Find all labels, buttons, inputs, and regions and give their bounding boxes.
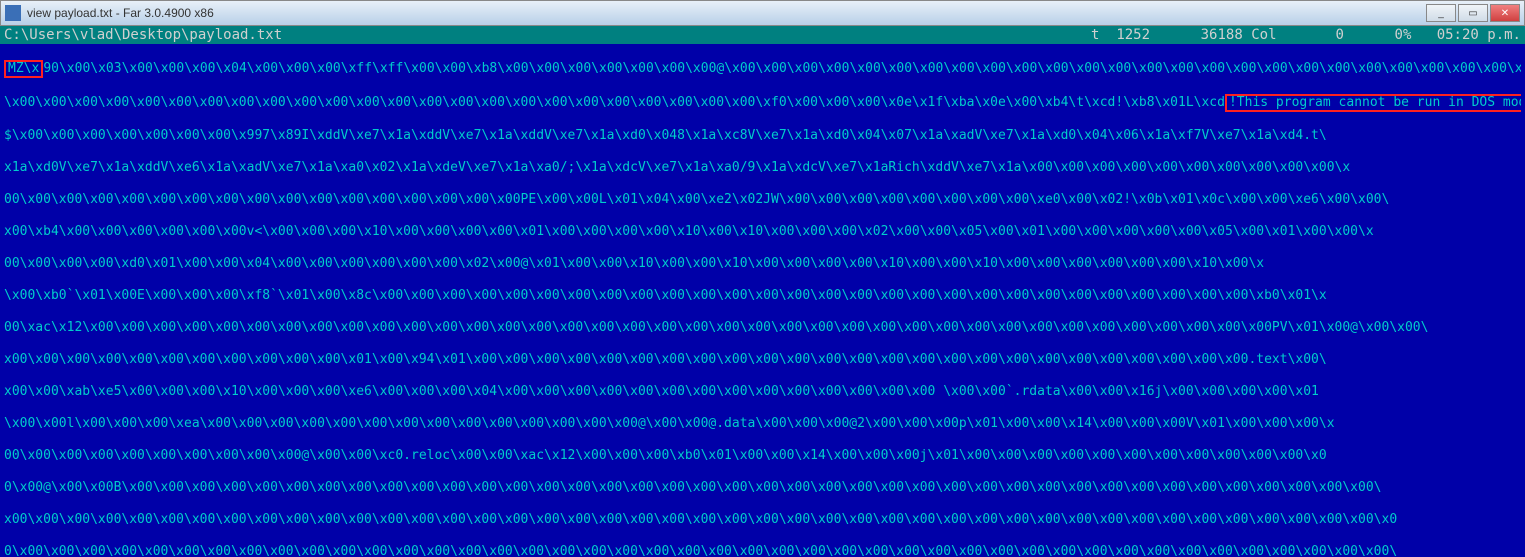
percent: 0%: [1395, 27, 1412, 43]
content-line: x00\xb4\x00\x00\x00\x00\x00\x00v<\x00\x0…: [4, 224, 1521, 240]
minimize-button[interactable]: _: [1426, 4, 1456, 22]
content-line: \x00\xb0`\x01\x00E\x00\x00\x00\xf8`\x01\…: [4, 288, 1521, 304]
window-title: view payload.txt - Far 3.0.4900 x86: [27, 6, 1426, 20]
encoding-value: 1252: [1116, 27, 1150, 43]
content-line: 00\x00\x00\x00\x00\x00\x00\x00\x00\x00@\…: [4, 448, 1521, 464]
content-line: 0\x00\x00\x00\x00\x00\x00\x00\x00\x00\x0…: [4, 544, 1521, 557]
col-value: 0: [1336, 27, 1344, 43]
file-content[interactable]: MZ\x90\x00\x03\x00\x00\x00\x04\x00\x00\x…: [0, 44, 1525, 557]
content-line: \x00\x00l\x00\x00\x00\xea\x00\x00\x00\x0…: [4, 416, 1521, 432]
col-label: Col: [1251, 27, 1276, 43]
highlight-mz: MZ\x: [4, 60, 43, 78]
content-line: $\x00\x00\x00\x00\x00\x00\x00\x997\x89I\…: [4, 128, 1521, 144]
content-line: \x00\x00\x00\x00\x00\x00\x00\x00\x00\x00…: [4, 94, 1521, 112]
close-button[interactable]: ✕: [1490, 4, 1520, 22]
status-bar: C:\Users\vlad\Desktop\payload.txt t 1252…: [0, 26, 1525, 44]
content-line: x00\x00\x00\x00\x00\x00\x00\x00\x00\x00\…: [4, 512, 1521, 528]
encoding-label: t: [1091, 27, 1099, 43]
content-line: 00\x00\x00\x00\x00\x00\x00\x00\x00\x00\x…: [4, 192, 1521, 208]
content-line: MZ\x90\x00\x03\x00\x00\x00\x04\x00\x00\x…: [4, 60, 1521, 78]
window-buttons: _ ▭ ✕: [1426, 4, 1520, 22]
file-path: C:\Users\vlad\Desktop\payload.txt: [4, 27, 1091, 43]
content-line: 0\x00@\x00\x00B\x00\x00\x00\x00\x00\x00\…: [4, 480, 1521, 496]
content-line: 00\x00\x00\x00\xd0\x01\x00\x00\x04\x00\x…: [4, 256, 1521, 272]
content-line: x00\x00\xab\xe5\x00\x00\x00\x10\x00\x00\…: [4, 384, 1521, 400]
time: 05:20 p.m.: [1437, 27, 1521, 43]
maximize-button[interactable]: ▭: [1458, 4, 1488, 22]
window-titlebar: view payload.txt - Far 3.0.4900 x86 _ ▭ …: [0, 0, 1525, 26]
app-icon: [5, 5, 21, 21]
highlight-dos: !This program cannot be run in DOS mode.: [1225, 94, 1521, 112]
content-line: x00\x00\x00\x00\x00\x00\x00\x00\x00\x00\…: [4, 352, 1521, 368]
file-size: 36188: [1201, 27, 1243, 43]
content-line: x1a\xd0V\xe7\x1a\xddV\xe6\x1a\xadV\xe7\x…: [4, 160, 1521, 176]
content-line: 00\xac\x12\x00\x00\x00\x00\x00\x00\x00\x…: [4, 320, 1521, 336]
